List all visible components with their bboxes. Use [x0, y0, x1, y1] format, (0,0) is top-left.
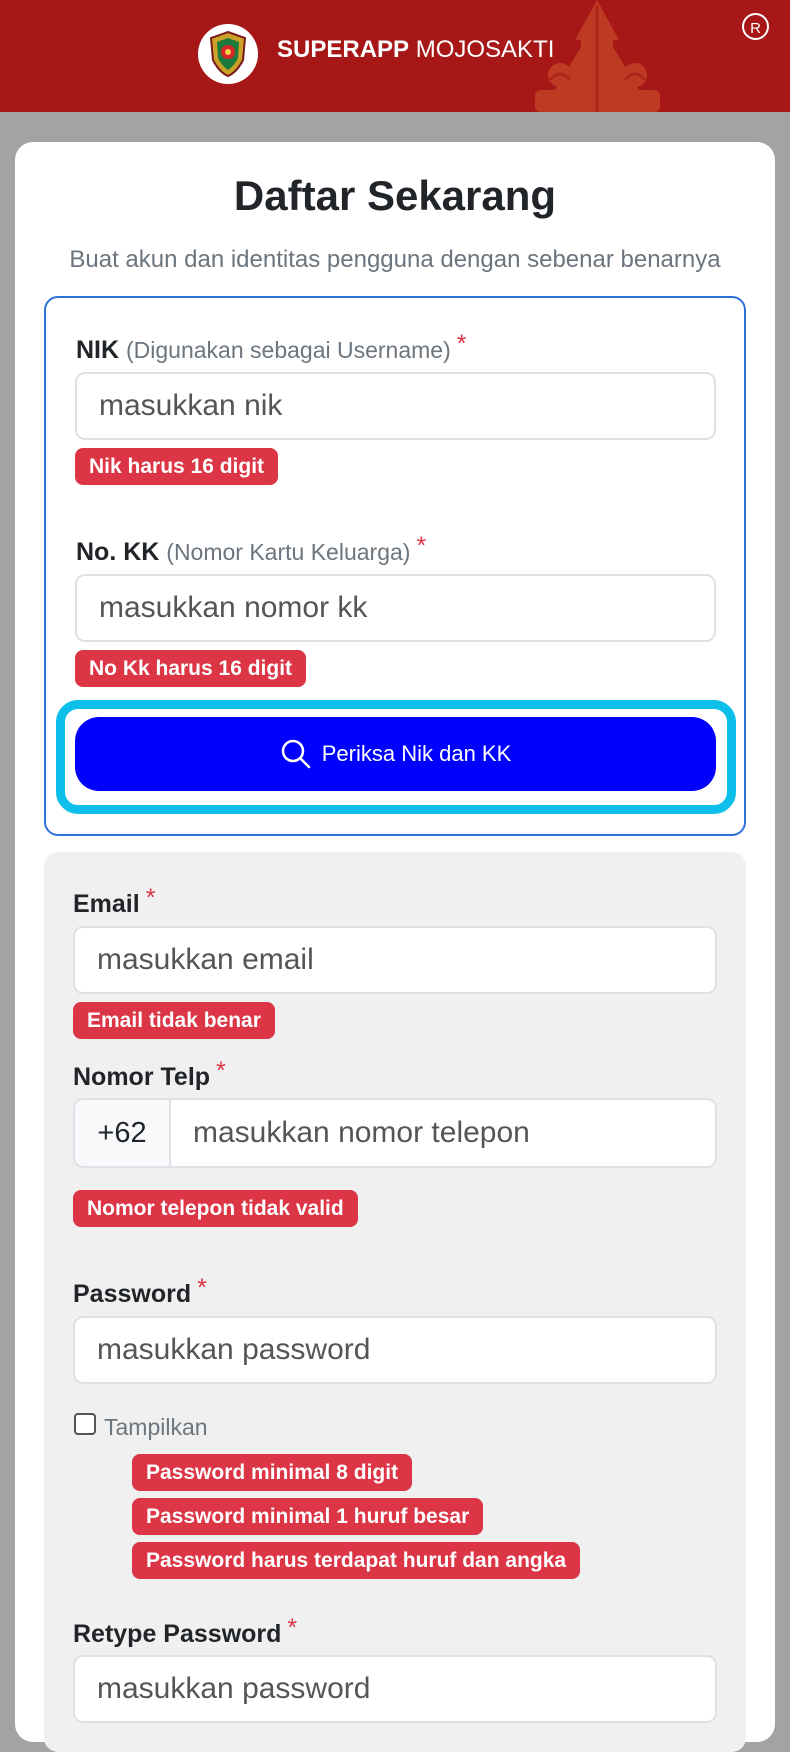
retype-password-input[interactable]: masukkan password: [73, 1655, 717, 1723]
email-label: Email *: [73, 884, 156, 918]
phone-label: Nomor Telp *: [73, 1057, 226, 1091]
kk-input[interactable]: masukkan nomor kk: [75, 574, 716, 642]
phone-error-badge: Nomor telepon tidak valid: [73, 1190, 358, 1227]
password-input[interactable]: masukkan password: [73, 1316, 717, 1384]
password-label: Password *: [73, 1274, 207, 1308]
show-password-checkbox[interactable]: [74, 1413, 96, 1435]
nik-input[interactable]: masukkan nik: [75, 372, 716, 440]
check-nik-kk-label: Periksa Nik dan KK: [321, 741, 512, 766]
email-input[interactable]: masukkan email: [73, 926, 717, 994]
password-error-badge: Password minimal 1 huruf besar: [132, 1498, 484, 1535]
nik-label: NIK (Digunakan sebagai Username) *: [76, 330, 467, 364]
page-subtitle: Buat akun dan identitas pengguna dengan …: [69, 246, 721, 273]
regency-logo: [198, 24, 258, 84]
kk-label: No. KK (Nomor Kartu Keluarga) *: [76, 532, 427, 566]
registered-mark-icon: R: [742, 13, 769, 40]
app-header: SUPERAPP MOJOSAKTI R: [0, 0, 790, 112]
email-error-badge: Email tidak benar: [73, 1002, 275, 1039]
phone-prefix: +62: [73, 1098, 171, 1168]
show-password-label: Tampilkan: [104, 1414, 208, 1440]
phone-input[interactable]: masukkan nomor telepon: [169, 1098, 717, 1168]
password-error-badge: Password harus terdapat huruf dan angka: [132, 1542, 581, 1579]
page-title: Daftar Sekarang: [233, 172, 557, 219]
search-icon: [281, 739, 310, 769]
nik-error-badge: Nik harus 16 digit: [75, 448, 279, 485]
retype-password-label: Retype Password *: [73, 1614, 298, 1648]
app-title: SUPERAPP MOJOSAKTI: [277, 36, 555, 63]
kk-error-badge: No Kk harus 16 digit: [75, 650, 307, 687]
check-nik-kk-button[interactable]: Periksa Nik dan KK: [75, 717, 716, 791]
password-error-badge: Password minimal 8 digit: [132, 1454, 413, 1491]
